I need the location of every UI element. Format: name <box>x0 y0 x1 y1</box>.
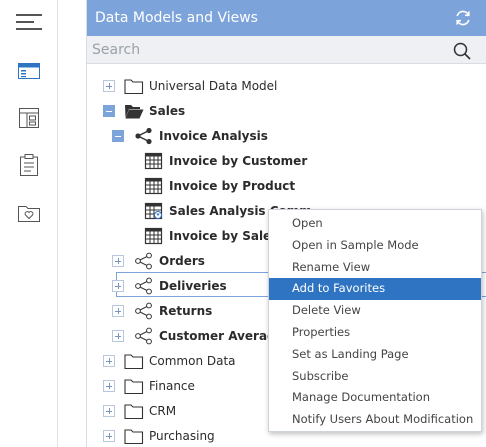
reports-button[interactable] <box>0 145 58 185</box>
table-icon <box>144 152 163 170</box>
dashboard-icon <box>19 108 39 128</box>
favorites-folder-icon <box>18 206 40 222</box>
menu-icon <box>16 14 42 30</box>
menu-item-open[interactable]: Open <box>269 213 481 235</box>
expand-toggle[interactable] <box>103 355 115 367</box>
menu-item-properties[interactable]: Properties <box>269 322 481 344</box>
tree-item-label: Invoice by Customer <box>169 154 308 168</box>
share-icon <box>135 127 152 145</box>
tree-item-label: Finance <box>149 379 195 393</box>
menu-item-delete-view[interactable]: Delete View <box>269 300 481 322</box>
tree-item-label: Purchasing <box>149 429 215 443</box>
collapse-toggle[interactable] <box>103 105 115 117</box>
menu-item-notify-users[interactable]: Notify Users About Modification <box>269 409 481 431</box>
menu-item-subscribe[interactable]: Subscribe <box>269 366 481 388</box>
search-bar <box>87 36 486 64</box>
tree-item-label: Invoice Analysis <box>159 129 268 143</box>
tree-item-label: Deliveries <box>159 279 227 293</box>
context-menu: Open Open in Sample Mode Rename View Add… <box>268 209 482 432</box>
search-icon[interactable] <box>453 42 471 60</box>
folder-icon <box>124 404 144 420</box>
left-rail <box>0 0 58 447</box>
data-models-button[interactable] <box>0 51 58 91</box>
favorites-button[interactable] <box>0 193 58 233</box>
expand-toggle[interactable] <box>103 380 115 392</box>
share-outline-icon <box>135 327 152 345</box>
folder-icon <box>124 79 144 95</box>
expand-toggle[interactable] <box>103 430 115 442</box>
dashboards-button[interactable] <box>0 98 58 138</box>
menu-button[interactable] <box>0 2 58 42</box>
search-input[interactable] <box>87 36 427 63</box>
menu-item-manage-documentation[interactable]: Manage Documentation <box>269 387 481 409</box>
share-outline-icon <box>135 252 152 270</box>
tree-item-invoice-analysis[interactable]: Invoice Analysis <box>87 124 486 149</box>
panel-header: Data Models and Views <box>87 0 486 36</box>
refresh-icon[interactable] <box>453 8 473 28</box>
tree-item-label: Returns <box>159 304 213 318</box>
tree-item-label: Orders <box>159 254 205 268</box>
table-icon <box>144 177 163 195</box>
menu-item-set-landing-page[interactable]: Set as Landing Page <box>269 344 481 366</box>
menu-item-add-to-favorites[interactable]: Add to Favorites <box>269 278 481 301</box>
tree-item-invoice-by-product[interactable]: Invoice by Product <box>87 174 486 199</box>
menu-item-rename-view[interactable]: Rename View <box>269 257 481 279</box>
expand-toggle[interactable] <box>103 80 115 92</box>
open-folder-icon <box>125 105 144 119</box>
share-outline-icon <box>135 302 152 320</box>
table-filter-icon <box>144 202 163 220</box>
expand-toggle[interactable] <box>112 280 124 292</box>
expand-toggle[interactable] <box>112 305 124 317</box>
expand-toggle[interactable] <box>103 405 115 417</box>
folder-icon <box>124 379 144 395</box>
tree-item-label: Universal Data Model <box>149 79 278 93</box>
tree-item-sales[interactable]: Sales <box>87 99 486 124</box>
folder-icon <box>124 429 144 445</box>
tree-item-universal-data-model[interactable]: Universal Data Model <box>87 74 486 99</box>
tree-item-invoice-by-customer[interactable]: Invoice by Customer <box>87 149 486 174</box>
data-models-icon <box>18 63 40 79</box>
tree-item-label: Invoice by Product <box>169 179 296 193</box>
share-outline-icon <box>135 277 152 295</box>
tree-item-label: Sales <box>149 104 186 118</box>
clipboard-icon <box>20 154 38 176</box>
expand-toggle[interactable] <box>112 330 124 342</box>
collapse-toggle[interactable] <box>112 130 124 142</box>
table-icon <box>144 227 163 245</box>
expand-toggle[interactable] <box>112 255 124 267</box>
tree-item-label: Common Data <box>149 354 236 368</box>
panel-title: Data Models and Views <box>95 10 258 26</box>
menu-item-open-sample-mode[interactable]: Open in Sample Mode <box>269 235 481 257</box>
tree-item-label: CRM <box>149 404 177 418</box>
folder-icon <box>124 354 144 370</box>
